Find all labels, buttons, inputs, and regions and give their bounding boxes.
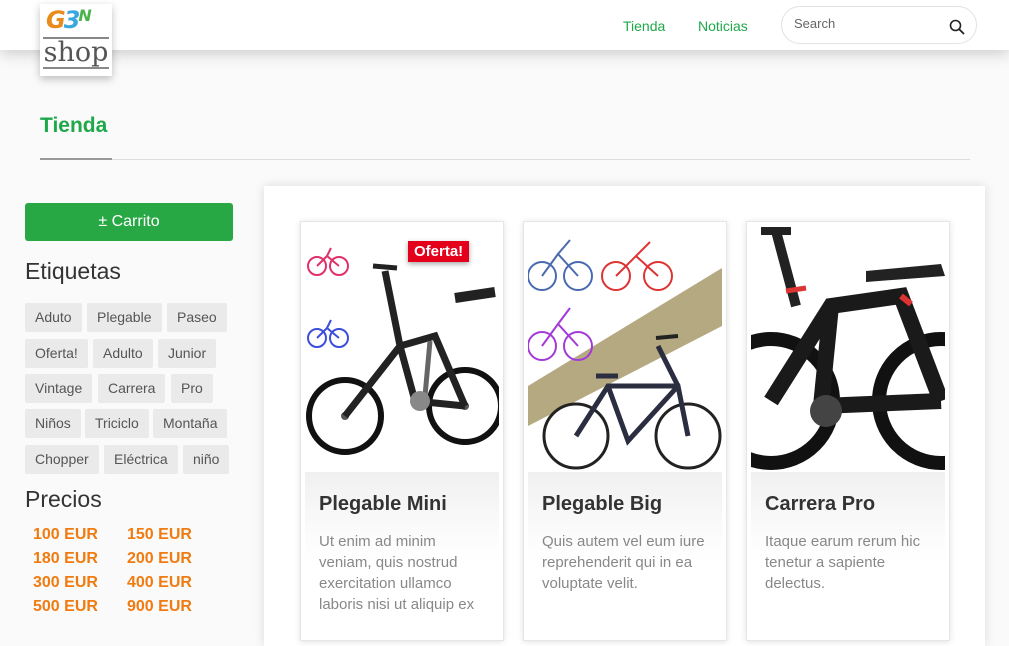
tag-item[interactable]: Paseo: [167, 303, 227, 332]
title-divider-accent: [40, 158, 112, 160]
tag-item[interactable]: Eléctrica: [104, 445, 178, 474]
product-description: Ut enim ad minim veniam, quis nostrud ex…: [319, 533, 475, 613]
tag-item[interactable]: Chopper: [25, 445, 99, 474]
tag-item[interactable]: Pro: [171, 374, 213, 403]
price-filter[interactable]: 180 EUR: [33, 550, 98, 568]
tag-item[interactable]: Niños: [25, 409, 81, 438]
tag-item[interactable]: niño: [183, 445, 230, 474]
product-card[interactable]: Plegable Big Quis autem vel eum iure rep…: [523, 221, 727, 641]
site-logo[interactable]: G3N shop: [40, 4, 112, 76]
page-title: Tienda: [40, 114, 108, 137]
nav-noticias[interactable]: Noticias: [698, 18, 748, 34]
price-filter[interactable]: 150 EUR: [127, 526, 192, 544]
product-description: Itaque earum rerum hic tenetur a sapient…: [765, 533, 921, 592]
product-image[interactable]: [751, 226, 945, 474]
product-description: Quis autem vel eum iure reprehenderit qu…: [542, 533, 705, 592]
top-navbar: Tienda Noticias: [0, 0, 1009, 50]
title-divider: [40, 159, 970, 160]
price-filter[interactable]: 200 EUR: [127, 550, 192, 568]
product-card[interactable]: Carrera Pro Itaque earum rerum hic tenet…: [746, 221, 950, 641]
price-filter[interactable]: 300 EUR: [33, 574, 98, 592]
tag-item[interactable]: Triciclo: [85, 409, 149, 438]
product-title[interactable]: Carrera Pro: [765, 493, 875, 516]
logo-mark: G3N: [46, 6, 92, 34]
price-filter[interactable]: 900 EUR: [127, 598, 192, 616]
tag-item[interactable]: Carrera: [98, 374, 166, 403]
tags-heading: Etiquetas: [25, 258, 121, 284]
product-card[interactable]: Oferta! Plegable Mini Ut enim ad minim v…: [300, 221, 504, 641]
product-title[interactable]: Plegable Big: [542, 493, 662, 516]
search-box[interactable]: [781, 6, 977, 44]
product-image[interactable]: [305, 226, 499, 474]
offer-badge: Oferta!: [408, 241, 470, 262]
search-icon[interactable]: [949, 19, 965, 35]
search-input[interactable]: [794, 16, 944, 31]
logo-shop-text: shop: [43, 37, 109, 69]
product-image[interactable]: [528, 226, 722, 474]
tag-item[interactable]: Montaña: [153, 409, 228, 438]
tag-item[interactable]: Adulto: [93, 339, 153, 368]
prices-heading: Precios: [25, 486, 102, 512]
tag-item[interactable]: Aduto: [25, 303, 82, 332]
tag-item[interactable]: Oferta!: [25, 339, 88, 368]
price-filter[interactable]: 400 EUR: [127, 574, 192, 592]
price-filter[interactable]: 100 EUR: [33, 526, 98, 544]
cart-button[interactable]: ± Carrito: [25, 203, 233, 241]
tag-item[interactable]: Vintage: [25, 374, 93, 403]
product-title[interactable]: Plegable Mini: [319, 493, 447, 516]
tag-item[interactable]: Junior: [158, 339, 217, 368]
nav-tienda[interactable]: Tienda: [623, 18, 665, 34]
price-filter[interactable]: 500 EUR: [33, 598, 98, 616]
tag-item[interactable]: Plegable: [87, 303, 162, 332]
